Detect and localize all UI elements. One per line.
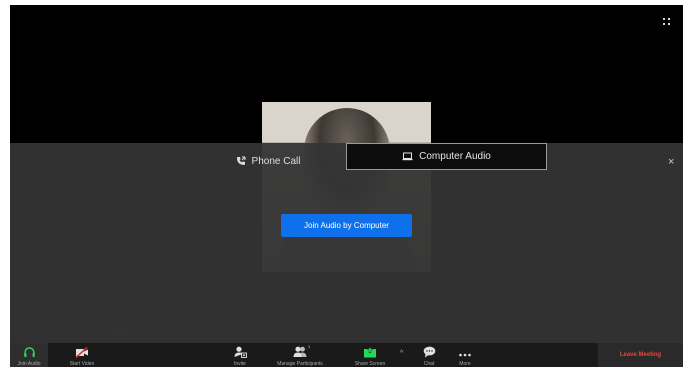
more-icon <box>458 343 472 358</box>
meeting-toolbar: Join Audio Start Video Invite 1 Manage P… <box>10 343 683 367</box>
join-audio-label: Join Audio <box>17 361 41 367</box>
share-screen-label: Share Screen <box>354 361 386 367</box>
leave-meeting-button[interactable]: Leave Meeting <box>598 343 683 367</box>
join-audio-dialog: Phone Call Computer Audio × Join Audio b… <box>10 143 683 343</box>
manage-participants-label: Manage Participants <box>277 361 323 367</box>
share-screen-button[interactable]: Share Screen <box>348 343 392 367</box>
invite-label: Invite <box>234 361 246 367</box>
tab-computer-audio-label: Computer Audio <box>419 151 491 162</box>
share-options-caret[interactable]: ^ <box>400 350 403 357</box>
invite-button[interactable]: Invite <box>228 343 252 367</box>
join-audio-by-computer-button[interactable]: Join Audio by Computer <box>281 214 412 237</box>
monitor-icon <box>402 152 413 161</box>
fullscreen-icon[interactable] <box>662 14 672 25</box>
start-video-button[interactable]: Start Video <box>62 343 102 367</box>
tab-computer-audio[interactable]: Computer Audio <box>346 143 547 170</box>
invite-icon <box>234 343 247 358</box>
share-screen-icon <box>363 343 377 358</box>
start-video-label: Start Video <box>69 361 95 367</box>
join-audio-button[interactable]: Join Audio <box>10 343 48 367</box>
meeting-window: Pc Phone Call C <box>10 5 683 367</box>
chat-button[interactable]: Chat <box>417 343 441 367</box>
manage-participants-button[interactable]: 1 Manage Participants <box>268 343 332 367</box>
close-dialog-button[interactable]: × <box>668 156 674 168</box>
chat-label: Chat <box>423 361 435 367</box>
participant-count-badge: 1 <box>308 344 311 349</box>
leave-meeting-label: Leave Meeting <box>619 352 662 358</box>
headphones-icon <box>23 343 36 358</box>
video-off-icon <box>75 343 89 358</box>
chat-icon <box>423 343 436 358</box>
phone-icon <box>236 156 246 166</box>
tab-phone-call[interactable]: Phone Call <box>190 149 346 173</box>
more-button[interactable]: More <box>453 343 477 367</box>
more-label: More <box>459 361 471 367</box>
participants-icon <box>293 343 308 358</box>
tab-phone-call-label: Phone Call <box>251 155 301 167</box>
